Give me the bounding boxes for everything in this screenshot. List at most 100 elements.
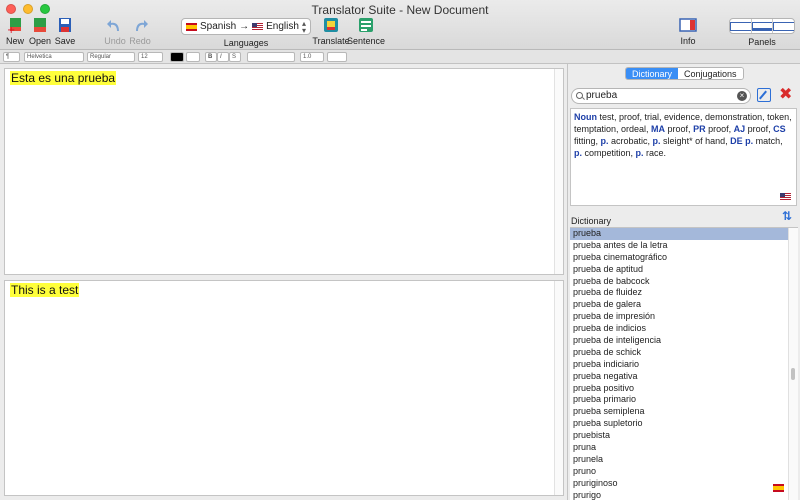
def-text: race. xyxy=(643,148,667,158)
pos-p: p. xyxy=(652,136,661,146)
list-item[interactable]: pruriginoso xyxy=(570,478,798,490)
list-item[interactable]: prueba de fluidez xyxy=(570,287,798,299)
font-family-select[interactable]: Helvetica xyxy=(24,52,84,62)
panels-label-wrap: Panels xyxy=(747,37,777,47)
list-item[interactable]: prueba primario xyxy=(570,394,798,406)
list-item[interactable]: prueba de impresión xyxy=(570,311,798,323)
list-item[interactable]: prueba cinematográfico xyxy=(570,252,798,264)
redo-button[interactable]: Redo xyxy=(125,16,155,46)
toolbar: Translator Suite - New Document + New Op… xyxy=(0,0,800,50)
dictionary-search-input[interactable]: prueba × xyxy=(571,88,751,104)
line-spacing-select[interactable]: 1.0 xyxy=(300,52,324,62)
source-text-editor[interactable]: Esta es una prueba xyxy=(4,68,564,275)
domain-cs: CS xyxy=(773,124,786,134)
pos-p: p. xyxy=(574,148,582,158)
def-text: competition, xyxy=(582,148,636,158)
spain-flag-icon xyxy=(773,484,784,492)
alignment-segmented-control[interactable] xyxy=(247,52,295,62)
domain-de: DE xyxy=(730,136,743,146)
paragraph-style-select[interactable]: ¶ xyxy=(3,52,20,62)
search-value: prueba xyxy=(586,90,618,101)
arrow-right-icon: → xyxy=(239,21,250,32)
panel-layout-2-button[interactable] xyxy=(751,19,774,33)
translate-button[interactable]: Translate xyxy=(312,16,350,46)
language-pair-select[interactable]: Spanish → English ▴ ▾ xyxy=(181,18,311,35)
highlight-color-well[interactable] xyxy=(186,52,200,62)
list-item[interactable]: prueba semiplena xyxy=(570,406,798,418)
updown-chevron-icon: ▴ ▾ xyxy=(301,19,306,35)
list-item[interactable]: prueba de indicios xyxy=(570,323,798,335)
source-text: Esta es una prueba xyxy=(10,71,117,85)
list-item[interactable]: prunela xyxy=(570,454,798,466)
list-item[interactable]: prueba de inteligencia xyxy=(570,335,798,347)
pos-p: p. xyxy=(635,148,644,158)
list-item[interactable]: pruno xyxy=(570,466,798,478)
def-text: fitting, xyxy=(574,136,601,146)
swap-direction-icon[interactable]: ⇅ xyxy=(782,209,792,223)
us-flag-icon xyxy=(780,193,791,201)
translated-text: This is a test xyxy=(10,283,80,297)
list-item[interactable]: prueba negativa xyxy=(570,371,798,383)
font-style-select[interactable]: Regular xyxy=(87,52,135,62)
scrollbar-thumb[interactable] xyxy=(791,368,795,380)
pos-p: p. xyxy=(745,136,754,146)
sentence-button[interactable]: Sentence xyxy=(347,16,385,46)
layout-bottom-icon xyxy=(751,21,773,31)
clear-search-icon[interactable]: × xyxy=(737,91,747,101)
list-item[interactable]: prueba de galera xyxy=(570,299,798,311)
tab-dictionary[interactable]: Dictionary xyxy=(626,68,679,79)
panel-layout-1-button[interactable] xyxy=(730,19,752,33)
new-document-icon: + xyxy=(6,16,24,36)
text-color-well[interactable] xyxy=(170,52,184,62)
list-item[interactable]: pruebista xyxy=(570,430,798,442)
entry-list-scrollbar[interactable] xyxy=(788,228,798,500)
tab-conjugations[interactable]: Conjugations xyxy=(678,68,743,79)
search-icon xyxy=(576,92,583,99)
list-item[interactable]: prueba de aptitud xyxy=(570,264,798,276)
list-style-select[interactable] xyxy=(327,52,347,62)
def-text: proof, xyxy=(745,124,774,134)
panels-segmented-control xyxy=(729,18,795,34)
definition-box: Noun test, proof, trial, evidence, demon… xyxy=(570,108,797,206)
info-button[interactable]: Info xyxy=(673,16,703,46)
def-text: proof, xyxy=(705,124,734,134)
us-flag-icon xyxy=(252,22,264,31)
list-item[interactable]: prueba indiciario xyxy=(570,359,798,371)
save-button[interactable]: Save xyxy=(50,16,80,46)
svg-text:+: + xyxy=(7,25,15,34)
def-text: match, xyxy=(753,136,783,146)
window-title: Translator Suite - New Document xyxy=(311,3,489,17)
panel-layout-3-button[interactable] xyxy=(773,19,795,33)
pos-p: p. xyxy=(600,136,609,146)
redo-arrow-icon xyxy=(131,16,149,34)
languages-label: Languages xyxy=(223,38,269,48)
dictionary-entry-list[interactable]: prueba prueba antes de la letra prueba cin… xyxy=(570,227,798,500)
source-scrollbar[interactable] xyxy=(554,69,563,274)
dictionary-label: Dictionary xyxy=(571,216,612,226)
font-size-select[interactable]: 12 xyxy=(138,52,163,62)
bold-button[interactable]: B xyxy=(205,52,217,62)
delete-entry-icon[interactable]: ✖ xyxy=(779,86,792,104)
translation-text-editor[interactable]: This is a test xyxy=(4,280,564,496)
list-item[interactable]: prurigo xyxy=(570,490,798,500)
list-item[interactable]: prueba xyxy=(570,228,798,240)
layout-side-icon xyxy=(773,21,795,31)
list-item[interactable]: prueba antes de la letra xyxy=(570,240,798,252)
edit-entry-icon[interactable] xyxy=(757,88,771,102)
def-text: proof, xyxy=(665,124,694,134)
def-text: acrobatic, xyxy=(608,136,653,146)
strikethrough-button[interactable]: S xyxy=(229,52,241,62)
list-item[interactable]: prueba de babcock xyxy=(570,276,798,288)
list-item[interactable]: pruna xyxy=(570,442,798,454)
list-item[interactable]: prueba de schick xyxy=(570,347,798,359)
panel-tabs: Dictionary Conjugations xyxy=(625,67,744,80)
target-language: English xyxy=(266,21,299,32)
list-item[interactable]: prueba positivo xyxy=(570,383,798,395)
italic-button[interactable]: I xyxy=(217,52,229,62)
list-item[interactable]: prueba supletorio xyxy=(570,418,798,430)
dictionary-panel: Dictionary Conjugations prueba × ✖ Noun … xyxy=(567,64,800,500)
undo-arrow-icon xyxy=(106,16,124,34)
layout-full-icon xyxy=(730,21,751,31)
spain-flag-icon xyxy=(186,22,197,31)
translation-scrollbar[interactable] xyxy=(554,281,563,495)
